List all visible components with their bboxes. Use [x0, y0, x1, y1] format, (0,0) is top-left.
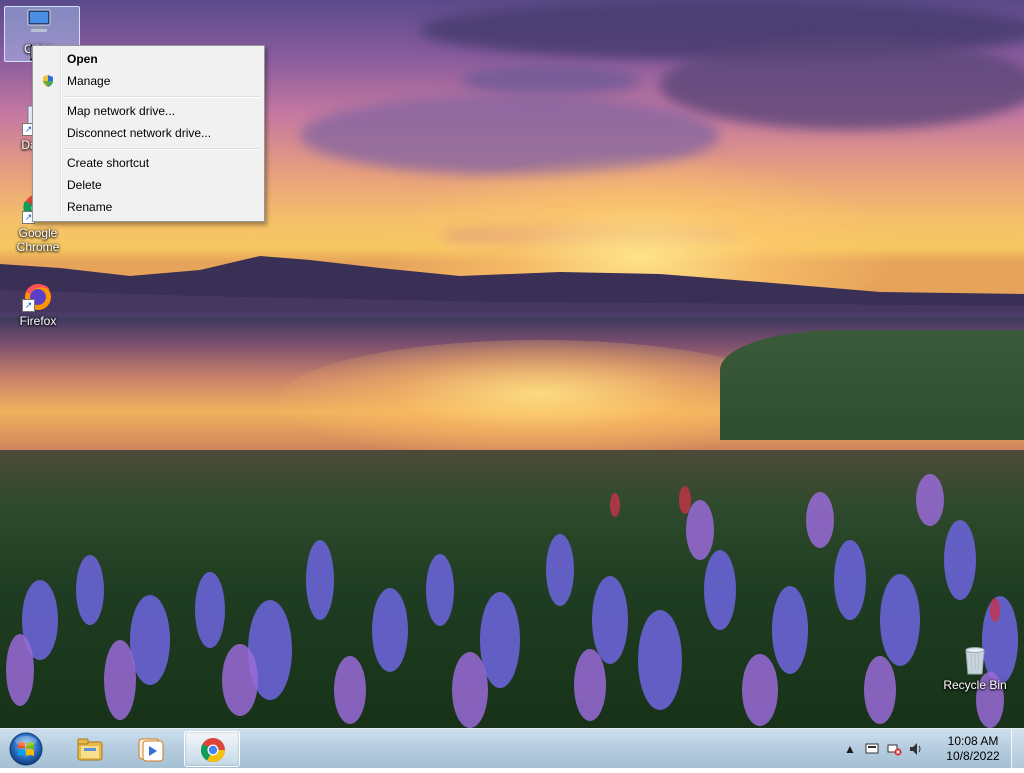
desktop-icon-firefox[interactable]: ↗ Firefox: [2, 280, 74, 328]
recycle-bin-icon: [959, 644, 991, 676]
menu-item-map-network-drive[interactable]: Map network drive...: [35, 100, 262, 122]
menu-item-disconnect-network-drive[interactable]: Disconnect network drive...: [35, 122, 262, 144]
action-center-icon[interactable]: [864, 741, 880, 757]
menu-item-label: Rename: [67, 200, 113, 214]
taskbar-file-explorer[interactable]: [62, 731, 118, 767]
desktop-icon-recycle-bin[interactable]: Recycle Bin: [939, 644, 1011, 692]
computer-icon: [22, 8, 54, 40]
wallpaper-cloud: [460, 65, 640, 95]
desktop-icon-label: Google Chrome: [16, 226, 60, 254]
start-button[interactable]: [6, 730, 46, 768]
menu-separator: [63, 96, 261, 98]
menu-item-manage[interactable]: Manage: [35, 70, 262, 92]
taskbar-chrome[interactable]: [184, 731, 240, 767]
chrome-icon: [200, 738, 225, 763]
volume-icon[interactable]: [908, 741, 924, 757]
taskbar: ▲ 10:08 AM 10/8/2022: [0, 728, 1024, 769]
desktop[interactable]: COM ↗ DataV ↗ Google Chrome: [0, 0, 1024, 728]
network-icon[interactable]: [886, 741, 902, 757]
show-hidden-icons-icon[interactable]: ▲: [842, 741, 858, 757]
desktop-icon-label: Firefox: [19, 314, 57, 328]
menu-item-delete[interactable]: Delete: [35, 174, 262, 196]
wallpaper-cloud: [660, 40, 1024, 130]
windows-logo-icon: [9, 732, 43, 766]
taskbar-media-player[interactable]: [122, 731, 178, 767]
menu-item-label: Map network drive...: [67, 104, 176, 118]
wallpaper-flowers: [6, 474, 1018, 728]
context-menu: Open Manage Map network drive... Disconn…: [32, 45, 265, 222]
desktop-icon-label: Recycle Bin: [943, 678, 1007, 692]
menu-item-label: Manage: [67, 74, 111, 88]
menu-item-label: Open: [67, 52, 98, 66]
clock-date: 10/8/2022: [946, 749, 1000, 763]
menu-item-open[interactable]: Open: [35, 48, 262, 70]
shortcut-arrow-icon: ↗: [22, 299, 35, 312]
file-explorer-icon: [77, 738, 103, 761]
menu-item-create-shortcut[interactable]: Create shortcut: [35, 152, 262, 174]
clock[interactable]: 10:08 AM 10/8/2022: [938, 734, 1008, 764]
menu-separator: [63, 148, 261, 150]
clock-time: 10:08 AM: [947, 734, 999, 748]
menu-item-label: Create shortcut: [67, 156, 150, 170]
shield-icon: [43, 75, 53, 87]
menu-item-label: Disconnect network drive...: [67, 126, 212, 140]
system-tray: ▲ 10:08 AM 10/8/2022: [834, 729, 1024, 769]
menu-item-rename[interactable]: Rename: [35, 196, 262, 218]
menu-item-label: Delete: [67, 178, 102, 192]
show-desktop-button[interactable]: [1011, 729, 1024, 769]
media-player-icon: [138, 738, 164, 762]
wallpaper-grass: [720, 330, 1024, 440]
firefox-icon: ↗: [22, 280, 54, 312]
